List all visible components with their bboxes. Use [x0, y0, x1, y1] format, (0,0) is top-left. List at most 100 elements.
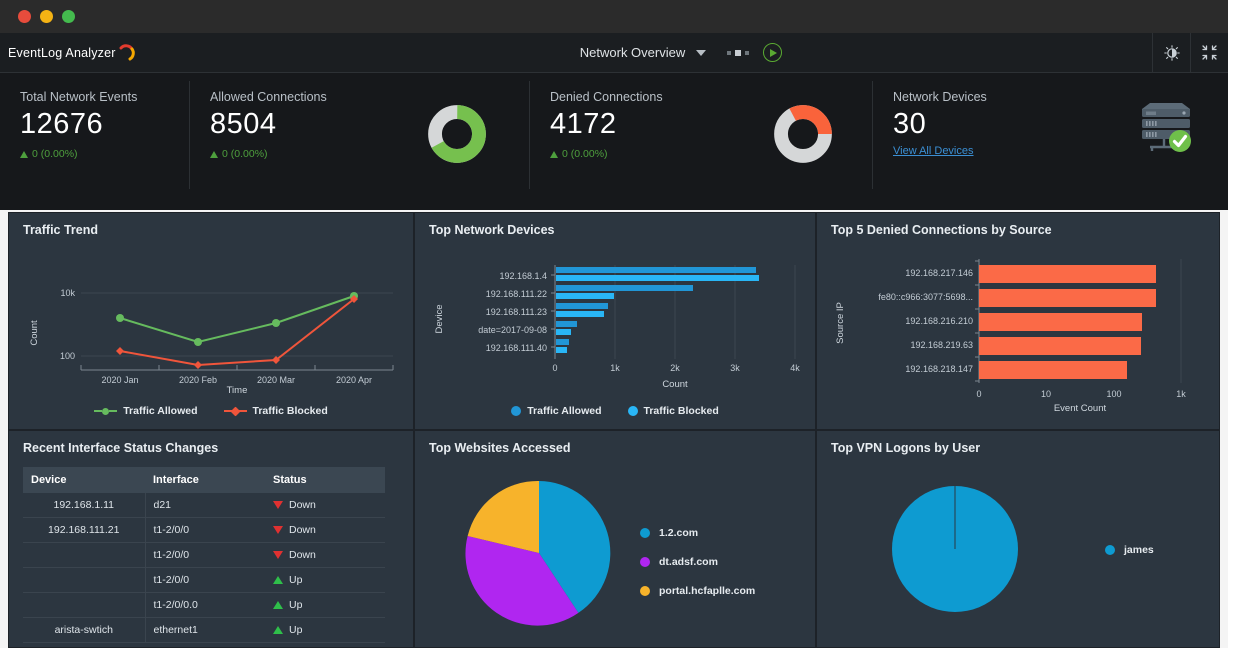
product-name: EventLog Analyzer: [8, 46, 116, 60]
legend-label: dt.adsf.com: [659, 556, 718, 568]
x-tick-2: 2k: [670, 363, 680, 373]
window-maximize-button[interactable]: [62, 10, 75, 23]
kpi-value: 4172: [550, 108, 663, 141]
cell-interface: t1-2/0/0: [145, 518, 265, 543]
vpn-logons-legend: james: [1105, 544, 1154, 556]
legend-item[interactable]: Traffic Allowed: [94, 405, 197, 417]
table-row[interactable]: t1-2/0/0.0 Up: [23, 593, 385, 618]
chevron-down-icon[interactable]: [696, 50, 706, 56]
view-all-devices-link[interactable]: View All Devices: [893, 145, 974, 157]
panel-interface-status: Recent Interface Status Changes Device I…: [8, 430, 414, 648]
panel-vpn-logons: Top VPN Logons by User james: [816, 430, 1220, 648]
panel-top-denied-connections: Top 5 Denied Connections by Source Sourc…: [816, 212, 1220, 430]
legend-item[interactable]: dt.adsf.com: [640, 556, 755, 568]
y-axis-title: Device: [434, 304, 445, 333]
legend-item[interactable]: Traffic Blocked: [628, 405, 719, 417]
triangle-up-icon: [20, 151, 28, 158]
arrow-down-icon: [273, 551, 283, 559]
x-axis-title: Event Count: [1054, 403, 1107, 413]
legend-dot-2: [640, 586, 650, 596]
cell-status: Up: [265, 593, 385, 618]
traffic-trend-chart: Count 10k 100 2020 Jan 2020 Feb 2020 Mar…: [23, 241, 405, 393]
legend-marker-blocked: [224, 408, 247, 415]
legend-dot-allowed: [511, 406, 521, 416]
column-interface[interactable]: Interface: [145, 467, 265, 493]
panel-top-websites: Top Websites Accessed 1.2.com dt.adsf.co…: [414, 430, 816, 648]
x-tick-0: 0: [552, 363, 557, 373]
panel-title: Top VPN Logons by User: [831, 441, 1205, 455]
triangle-up-icon: [550, 151, 558, 158]
window-close-button[interactable]: [18, 10, 31, 23]
window-minimize-button[interactable]: [40, 10, 53, 23]
traffic-trend-legend: Traffic Allowed Traffic Blocked: [9, 405, 413, 417]
kpi-delta-text: 0 (0.00%): [222, 148, 268, 160]
cell-interface: d21: [145, 493, 265, 518]
y-tick-100: 100: [60, 351, 75, 361]
y-tick-0: 192.168.1.4: [499, 271, 547, 281]
cell-device: [23, 593, 145, 618]
legend-dot-blocked: [628, 406, 638, 416]
arrow-down-icon: [273, 501, 283, 509]
kpi-value: 12676: [20, 108, 137, 141]
legend-label: james: [1124, 544, 1154, 556]
dashboard-grid: Traffic Trend Count 10k 100 2020 Jan 202…: [8, 212, 1220, 648]
panel-title: Top Websites Accessed: [429, 441, 801, 455]
vpn-logons-pie-chart: [885, 479, 1025, 619]
denied-bars: [979, 265, 1156, 379]
legend-label: Traffic Blocked: [644, 405, 719, 417]
theme-contrast-icon[interactable]: [1152, 33, 1190, 73]
y-tick-10k: 10k: [60, 288, 75, 298]
legend-item[interactable]: 1.2.com: [640, 527, 755, 539]
collapse-fullscreen-icon[interactable]: [1190, 33, 1228, 73]
legend-item[interactable]: Traffic Blocked: [224, 405, 328, 417]
top-denied-connections-chart: Source IP 192.168.217.146 fe80::c966:307…: [831, 241, 1209, 413]
top-websites-pie-chart: [459, 473, 619, 633]
triangle-up-icon: [210, 151, 218, 158]
legend-label: Traffic Allowed: [123, 405, 197, 417]
kpi-denied-connections[interactable]: Denied Connections 4172 0 (0.00%): [530, 73, 873, 210]
slide-indicator-dots[interactable]: [727, 50, 749, 56]
kpi-allowed-connections[interactable]: Allowed Connections 8504 0 (0.00%): [190, 73, 530, 210]
table-row[interactable]: 192.168.111.21 t1-2/0/0 Down: [23, 518, 385, 543]
column-status[interactable]: Status: [265, 467, 385, 493]
x-tick-3: 1k: [1176, 389, 1186, 399]
legend-item[interactable]: portal.hcfaplle.com: [640, 585, 755, 597]
x-axis-title: Count: [662, 379, 688, 390]
column-device[interactable]: Device: [23, 467, 145, 493]
x-tick-3: 2020 Apr: [336, 375, 372, 385]
window-right-edge: [1228, 0, 1235, 648]
legend-label: portal.hcfaplle.com: [659, 585, 755, 597]
kpi-delta: 0 (0.00%): [20, 148, 137, 160]
y-tick-2: 192.168.111.23: [486, 307, 547, 317]
table-row[interactable]: t1-2/0/0 Down: [23, 543, 385, 568]
play-slideshow-icon[interactable]: [763, 43, 782, 62]
kpi-delta: 0 (0.00%): [210, 148, 327, 160]
cell-device: 192.168.1.11: [23, 493, 145, 518]
kpi-network-devices[interactable]: Network Devices 30 View All Devices: [873, 73, 1228, 210]
kpi-label: Allowed Connections: [210, 90, 327, 104]
top-network-devices-chart: Device 192.168.1.4 192.168.111.22 192.16…: [429, 241, 807, 393]
cell-device: 192.168.111.21: [23, 518, 145, 543]
arrow-up-icon: [273, 576, 283, 584]
panel-title: Traffic Trend: [23, 223, 399, 237]
cell-status: Up: [265, 618, 385, 643]
table-row[interactable]: 192.168.1.11 d21 Down: [23, 493, 385, 518]
app-header: EventLog Analyzer Network Overview: [0, 33, 1228, 73]
legend-dot-0: [1105, 545, 1115, 555]
y-tick-1: fe80::c966:3077:5698...: [878, 292, 973, 302]
table-header-row: Device Interface Status: [23, 467, 385, 493]
legend-label: Traffic Allowed: [527, 405, 601, 417]
table-row[interactable]: arista-swtich ethernet1 Up: [23, 618, 385, 643]
table-row[interactable]: t1-2/0/0 Up: [23, 568, 385, 593]
legend-item[interactable]: james: [1105, 544, 1154, 556]
cell-status: Down: [265, 543, 385, 568]
cell-interface: t1-2/0/0.0: [145, 593, 265, 618]
legend-item[interactable]: Traffic Allowed: [511, 405, 601, 417]
top-network-devices-legend: Traffic Allowed Traffic Blocked: [415, 405, 815, 417]
dashboard-name[interactable]: Network Overview: [580, 45, 685, 60]
legend-dot-0: [640, 528, 650, 538]
kpi-total-network-events[interactable]: Total Network Events 12676 0 (0.00%): [0, 73, 190, 210]
y-tick-4: 192.168.218.147: [905, 364, 973, 374]
x-tick-2: 100: [1106, 389, 1121, 399]
arrow-up-icon: [273, 626, 283, 634]
